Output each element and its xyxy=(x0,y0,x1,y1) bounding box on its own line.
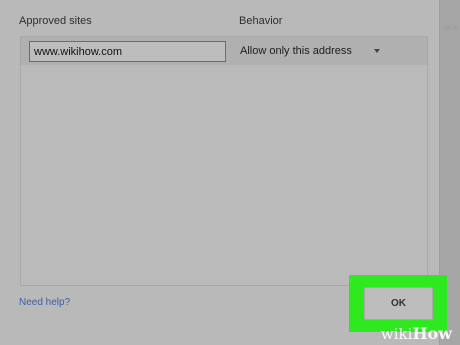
approved-sites-dialog: Approved sites Behavior Allow only this … xyxy=(0,0,447,345)
need-help-link[interactable]: Need help? xyxy=(19,297,70,308)
site-address-input[interactable] xyxy=(29,41,226,62)
behavior-header: Behavior xyxy=(239,15,283,27)
chevron-down-icon xyxy=(374,49,380,53)
approved-sites-header: Approved sites xyxy=(19,15,92,27)
site-entry-row: Allow only this address xyxy=(21,37,427,65)
ok-button[interactable]: OK xyxy=(364,287,433,320)
behavior-dropdown[interactable]: Allow only this address xyxy=(236,40,386,62)
approved-sites-list: Allow only this address xyxy=(20,36,428,286)
behavior-selected-value: Allow only this address xyxy=(240,45,352,57)
watermark-wiki-text: wiki xyxy=(380,325,413,343)
wikihow-watermark-logo: wikiHow xyxy=(381,324,452,343)
watermark-how-text: How xyxy=(412,324,452,343)
background-page-text: ock xyxy=(444,22,459,32)
